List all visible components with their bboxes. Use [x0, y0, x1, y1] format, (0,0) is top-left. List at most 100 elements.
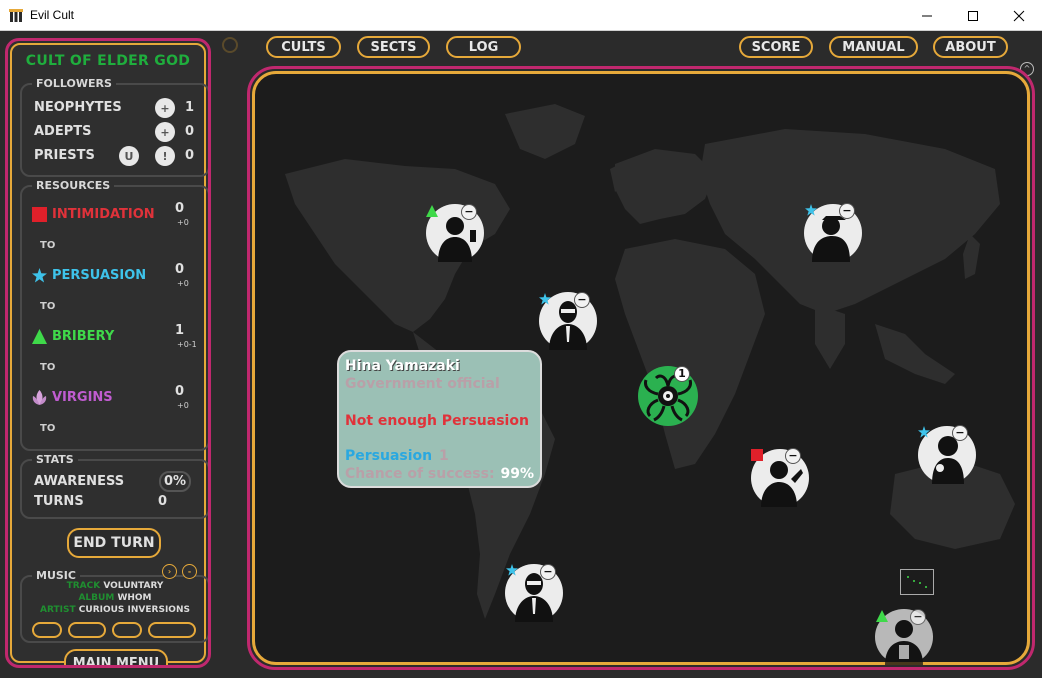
music-next-button[interactable]: ›: [162, 564, 177, 579]
red-square-icon: [751, 449, 763, 461]
green-triangle-icon: [32, 329, 47, 344]
persuasion-value: 0: [175, 262, 185, 277]
virgins-delta: +0: [177, 401, 189, 410]
music-album-line: ALBUM WHOM: [22, 593, 208, 603]
music-mute-button[interactable]: -: [182, 564, 197, 579]
cult-panel: CULT OF ELDER GOD FOLLOWERS NEOPHYTES + …: [5, 38, 211, 668]
cult-panel-inner: CULT OF ELDER GOD FOLLOWERS NEOPHYTES + …: [10, 43, 208, 665]
blue-star-icon: [506, 564, 518, 576]
cult-level-badge: 1: [674, 366, 690, 382]
intimidation-label[interactable]: INTIMIDATION: [52, 207, 155, 222]
music-mute-icon: -: [187, 567, 192, 576]
green-triangle-icon: [426, 205, 438, 217]
resources-box: RESOURCES INTIMIDATION 0 +0 TO PERSUASIO…: [20, 179, 208, 451]
turns-label: TURNS: [34, 494, 84, 509]
music-track-label: TRACK: [66, 581, 101, 591]
constellation-icon: [900, 569, 934, 595]
tooltip-warning: Not enough Persuasion: [345, 413, 529, 429]
marker-minus-icon: −: [785, 448, 801, 464]
priests-label: PRIESTS: [34, 148, 95, 163]
stats-label: STATS: [32, 453, 78, 466]
marker-minus-icon: −: [952, 425, 968, 441]
music-pause-button[interactable]: [68, 622, 106, 638]
virgins-label[interactable]: VIRGINS: [52, 390, 113, 405]
upgrade-neophyte-button[interactable]: +: [155, 98, 175, 118]
main-menu-button[interactable]: MAIN MENU: [64, 649, 168, 665]
awareness-value: 0%: [159, 471, 192, 492]
music-artist: CURIOUS INVERSIONS: [78, 605, 190, 615]
maximize-icon: [968, 10, 978, 21]
music-next-icon: ›: [167, 567, 172, 576]
music-play-button[interactable]: [32, 622, 62, 638]
followers-label: FOLLOWERS: [32, 77, 116, 90]
minimize-button[interactable]: [904, 0, 950, 31]
music-album: WHOM: [117, 593, 152, 603]
close-button[interactable]: [996, 0, 1042, 31]
maximize-button[interactable]: [950, 0, 996, 31]
adepts-count: 0: [185, 124, 195, 139]
panel-toggle-button[interactable]: [222, 37, 238, 53]
tooltip-chance-value: 99%: [500, 466, 534, 482]
neophytes-count: 1: [185, 100, 195, 115]
log-button[interactable]: LOG: [446, 36, 521, 58]
bribery-delta: +0-1: [177, 340, 197, 349]
green-triangle-icon: [876, 610, 888, 622]
priests-ritual-button[interactable]: !: [155, 146, 175, 166]
marker-minus-icon: −: [574, 292, 590, 308]
blue-star-icon: [805, 204, 817, 216]
follower-tooltip: Hina Yamazaki Government official Not en…: [337, 350, 542, 488]
end-turn-button[interactable]: END TURN: [67, 528, 161, 558]
red-square-icon: [32, 207, 47, 222]
adepts-label: ADEPTS: [34, 124, 92, 139]
app-icon: [9, 9, 23, 22]
tooltip-requirement-value: 1: [439, 448, 449, 464]
marker-minus-icon: −: [540, 564, 556, 580]
marker-minus-icon: −: [461, 204, 477, 220]
blue-star-icon: [918, 426, 930, 438]
tooltip-chance-label: Chance of success:: [345, 466, 495, 482]
resources-label: RESOURCES: [32, 179, 115, 192]
music-track-line: TRACK VOLUNTARY: [22, 581, 208, 591]
virgins-value: 0: [175, 384, 185, 399]
score-button[interactable]: SCORE: [739, 36, 813, 58]
tooltip-role: Government official: [345, 376, 500, 392]
turns-value: 0: [158, 494, 168, 509]
bribery-to-label: TO: [40, 362, 56, 373]
window-titlebar: Evil Cult: [0, 0, 1042, 31]
persuasion-delta: +0: [177, 279, 189, 288]
music-stop-button[interactable]: [112, 622, 142, 638]
virgins-to-label: TO: [40, 423, 56, 434]
close-icon: [1013, 10, 1025, 21]
marker-minus-icon: −: [910, 609, 926, 625]
music-random-button[interactable]: [148, 622, 196, 638]
music-track: VOLUNTARY: [103, 581, 164, 591]
music-artist-label: ARTIST: [40, 605, 76, 615]
sects-button[interactable]: SECTS: [357, 36, 430, 58]
awareness-label: AWARENESS: [34, 474, 125, 489]
window-title: Evil Cult: [30, 8, 75, 22]
pink-lotus-icon: [32, 390, 47, 405]
tooltip-requirement-label: Persuasion: [345, 448, 433, 464]
intimidation-delta: +0: [177, 218, 189, 227]
intimidation-to-label: TO: [40, 240, 56, 251]
persuasion-to-label: TO: [40, 301, 56, 312]
music-box: MUSIC › - TRACK VOLUNTARY ALBUM WHOM ART…: [20, 564, 208, 643]
followers-box: FOLLOWERS NEOPHYTES + 1 ADEPTS + 0 PRIES…: [20, 77, 208, 177]
stats-box: STATS AWARENESS 0% TURNS 0: [20, 453, 208, 519]
neophytes-label: NEOPHYTES: [34, 100, 122, 115]
cults-button[interactable]: CULTS: [266, 36, 341, 58]
blue-star-icon: [32, 268, 47, 283]
music-artist-line: ARTIST CURIOUS INVERSIONS: [22, 605, 208, 615]
manual-button[interactable]: MANUAL: [829, 36, 918, 58]
music-album-label: ALBUM: [78, 593, 115, 603]
persuasion-label[interactable]: PERSUASION: [52, 268, 146, 283]
intimidation-value: 0: [175, 201, 185, 216]
about-button[interactable]: ABOUT: [933, 36, 1008, 58]
cult-name: CULT OF ELDER GOD: [25, 53, 191, 69]
bribery-label[interactable]: BRIBERY: [52, 329, 114, 344]
priests-unveil-button[interactable]: U: [119, 146, 139, 166]
upgrade-adept-button[interactable]: +: [155, 122, 175, 142]
minimize-icon: [922, 15, 932, 16]
marker-minus-icon: −: [839, 203, 855, 219]
bribery-value: 1: [175, 323, 185, 338]
